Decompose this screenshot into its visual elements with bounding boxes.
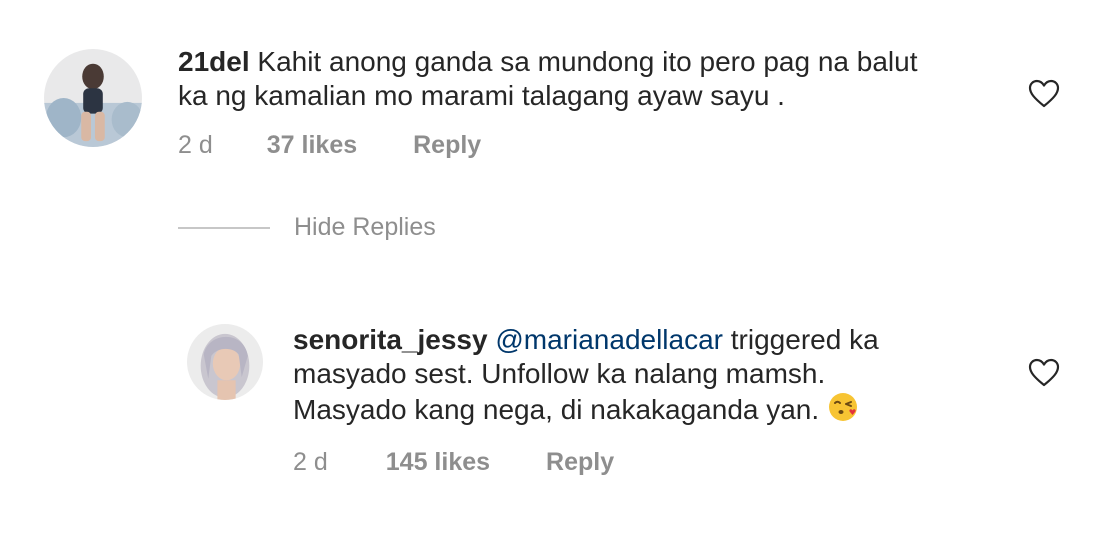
reply-button[interactable]: Reply bbox=[546, 448, 614, 477]
avatar[interactable] bbox=[187, 324, 263, 400]
avatar[interactable] bbox=[44, 49, 142, 147]
comment-body-line2: ka ng kamalian mo marami talagang ayaw s… bbox=[178, 80, 785, 111]
reply-username[interactable]: senorita_jessy bbox=[293, 324, 488, 355]
reply-body-line3: Masyado kang nega, di nakakaganda yan. bbox=[293, 394, 820, 425]
comment-username[interactable]: 21del bbox=[178, 46, 250, 77]
likes-count-link[interactable]: 145 likes bbox=[386, 448, 490, 477]
hide-replies-row[interactable]: Hide Replies bbox=[178, 213, 436, 242]
likes-count-link[interactable]: 37 likes bbox=[267, 131, 357, 160]
reply-button[interactable]: Reply bbox=[413, 131, 481, 160]
comment-text: 21del Kahit anong ganda sa mundong ito p… bbox=[178, 45, 917, 113]
profile-photo-icon bbox=[187, 324, 263, 400]
reply-body-line1: triggered ka bbox=[730, 324, 879, 355]
like-heart-icon[interactable] bbox=[1028, 79, 1060, 109]
face-blowing-kiss-emoji-icon bbox=[827, 391, 859, 423]
comment-body-line1: Kahit anong ganda sa mundong ito pero pa… bbox=[257, 46, 918, 77]
divider-line bbox=[178, 226, 270, 229]
reply-text: senorita_jessy @marianadellacar triggere… bbox=[293, 323, 879, 427]
reply-body-line2: masyado sest. Unfollow ka nalang mamsh. bbox=[293, 358, 826, 389]
reply-timestamp: 2 d bbox=[293, 448, 328, 476]
hide-replies-button[interactable]: Hide Replies bbox=[294, 213, 436, 242]
mention-link[interactable]: @marianadellacar bbox=[495, 324, 723, 355]
comment-meta: 2 d 37 likes Reply bbox=[178, 131, 481, 160]
reply-meta: 2 d 145 likes Reply bbox=[293, 448, 614, 477]
comment-timestamp: 2 d bbox=[178, 131, 213, 159]
like-heart-icon[interactable] bbox=[1028, 358, 1060, 388]
profile-photo-icon bbox=[44, 49, 142, 147]
